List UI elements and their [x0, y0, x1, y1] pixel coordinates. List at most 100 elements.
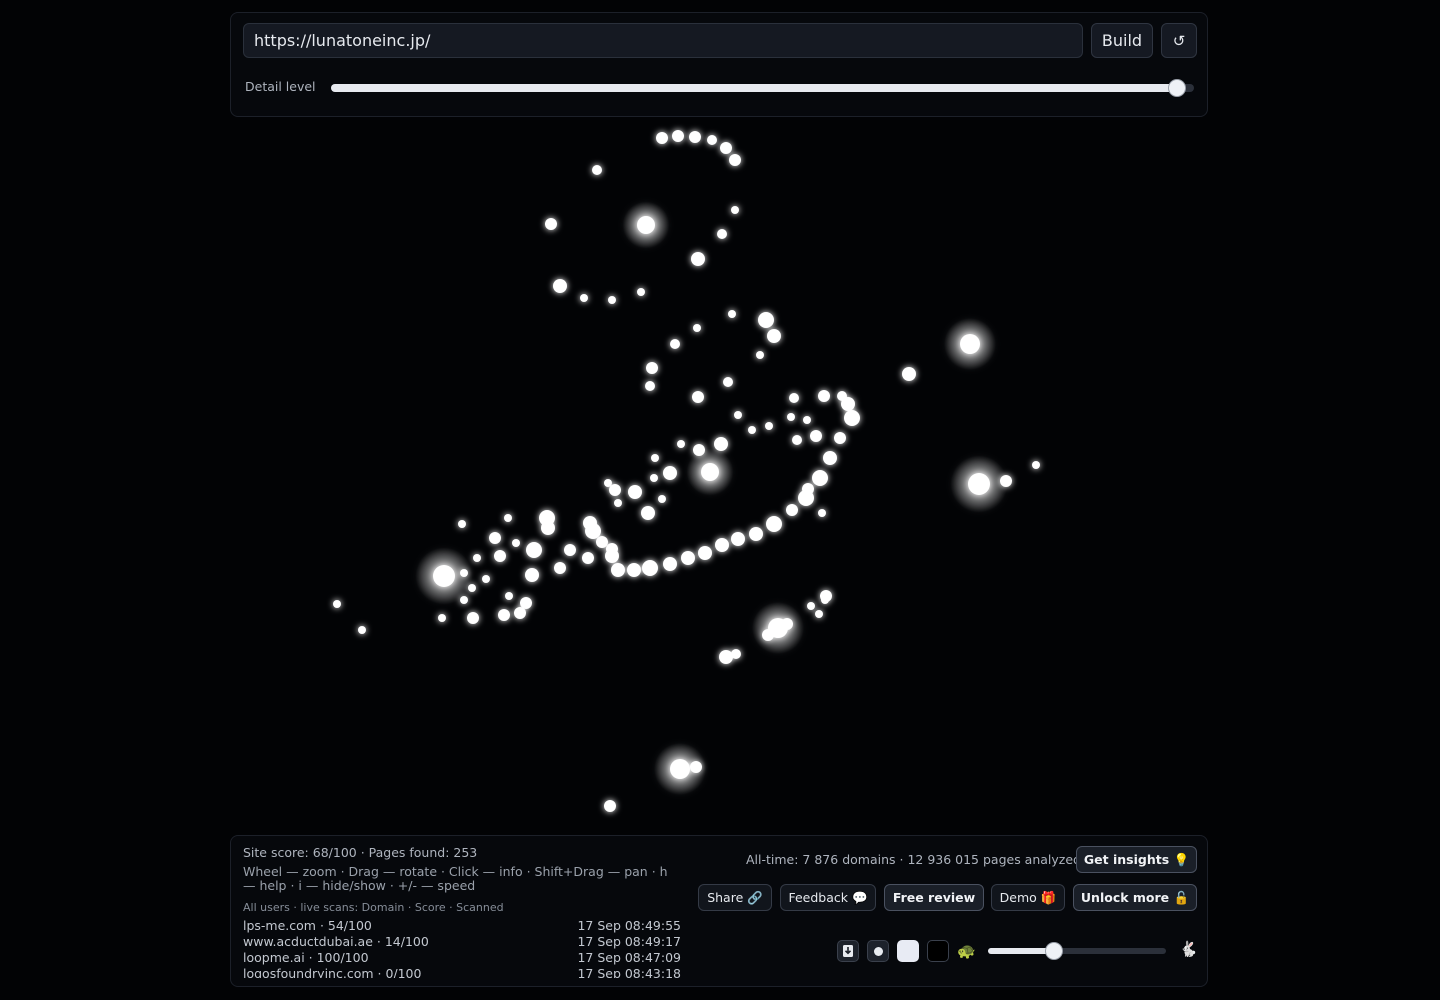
page-node[interactable]: [810, 430, 822, 442]
page-node[interactable]: [841, 397, 855, 411]
page-node[interactable]: [539, 510, 555, 526]
page-node[interactable]: [749, 527, 763, 541]
page-node[interactable]: [642, 560, 658, 576]
page-node[interactable]: [748, 426, 756, 434]
page-node[interactable]: [628, 485, 642, 499]
page-node[interactable]: [358, 626, 366, 634]
page-node[interactable]: [767, 329, 781, 343]
page-node[interactable]: [646, 362, 658, 374]
page-node[interactable]: [707, 135, 717, 145]
page-node[interactable]: [818, 390, 830, 402]
page-node[interactable]: [766, 516, 782, 532]
list-item[interactable]: www.acductdubai.ae · 14/100 17 Sep 08:49…: [243, 934, 681, 950]
page-node[interactable]: [690, 761, 702, 773]
page-node[interactable]: [498, 609, 510, 621]
page-node[interactable]: [677, 440, 685, 448]
page-node[interactable]: [812, 470, 828, 486]
page-node[interactable]: [641, 506, 655, 520]
page-node[interactable]: [433, 565, 455, 587]
page-node[interactable]: [720, 142, 732, 154]
get-insights-button[interactable]: Get insights 💡: [1076, 846, 1197, 873]
build-button[interactable]: Build: [1091, 23, 1153, 58]
page-node[interactable]: [458, 520, 466, 528]
page-node[interactable]: [968, 473, 990, 495]
page-node[interactable]: [698, 546, 712, 560]
demo-button[interactable]: Demo 🎁: [991, 884, 1065, 911]
page-node[interactable]: [608, 296, 616, 304]
page-node[interactable]: [693, 324, 701, 332]
page-node[interactable]: [691, 252, 705, 266]
node-style-button[interactable]: [867, 940, 889, 962]
page-node[interactable]: [637, 288, 645, 296]
page-node[interactable]: [553, 279, 567, 293]
page-node[interactable]: [468, 584, 476, 592]
page-node[interactable]: [681, 551, 695, 565]
page-node[interactable]: [807, 602, 815, 610]
page-node[interactable]: [582, 552, 594, 564]
page-node[interactable]: [438, 614, 446, 622]
page-node[interactable]: [903, 369, 913, 379]
page-node[interactable]: [663, 466, 677, 480]
list-item[interactable]: logosfoundryinc.com · 0/100 17 Sep 08:43…: [243, 966, 681, 978]
page-node[interactable]: [765, 422, 773, 430]
page-node[interactable]: [611, 563, 625, 577]
reset-button[interactable]: ↺: [1161, 23, 1197, 58]
page-node[interactable]: [820, 590, 832, 602]
url-input[interactable]: [243, 23, 1083, 58]
page-node[interactable]: [758, 312, 774, 328]
page-node[interactable]: [604, 800, 616, 812]
page-node[interactable]: [701, 463, 719, 481]
page-node[interactable]: [714, 437, 728, 451]
page-node[interactable]: [723, 377, 733, 387]
page-node[interactable]: [823, 451, 837, 465]
page-node[interactable]: [514, 607, 526, 619]
light-theme-button[interactable]: [897, 940, 919, 962]
page-node[interactable]: [494, 550, 506, 562]
list-item[interactable]: loopme.ai · 100/100 17 Sep 08:47:09: [243, 950, 681, 966]
page-node[interactable]: [715, 538, 729, 552]
page-node[interactable]: [731, 649, 741, 659]
download-button[interactable]: [837, 940, 859, 962]
page-node[interactable]: [719, 650, 733, 664]
page-node[interactable]: [525, 568, 539, 582]
page-node[interactable]: [815, 610, 823, 618]
page-node[interactable]: [554, 562, 566, 574]
page-node[interactable]: [482, 575, 490, 583]
page-node[interactable]: [818, 509, 826, 517]
page-node[interactable]: [670, 339, 680, 349]
speed-slider[interactable]: [988, 943, 1166, 959]
page-node[interactable]: [693, 444, 705, 456]
page-node[interactable]: [844, 410, 860, 426]
page-node[interactable]: [489, 532, 501, 544]
page-node[interactable]: [592, 165, 602, 175]
page-node[interactable]: [960, 334, 980, 354]
page-node[interactable]: [689, 131, 701, 143]
page-node[interactable]: [467, 612, 479, 624]
page-node[interactable]: [460, 569, 468, 577]
page-node[interactable]: [650, 474, 658, 482]
page-node[interactable]: [786, 504, 798, 516]
page-node[interactable]: [606, 543, 618, 555]
page-node[interactable]: [564, 544, 576, 556]
page-node[interactable]: [663, 557, 677, 571]
page-node[interactable]: [781, 618, 793, 630]
page-node[interactable]: [505, 592, 513, 600]
page-node[interactable]: [545, 218, 557, 230]
page-node[interactable]: [803, 416, 811, 424]
page-node[interactable]: [604, 479, 612, 487]
page-node[interactable]: [614, 499, 622, 507]
page-node[interactable]: [756, 351, 764, 359]
share-button[interactable]: Share 🔗: [698, 884, 772, 911]
page-node[interactable]: [789, 393, 799, 403]
page-node[interactable]: [645, 381, 655, 391]
page-node[interactable]: [672, 130, 684, 142]
page-node[interactable]: [460, 596, 468, 604]
page-node[interactable]: [585, 523, 601, 539]
page-node[interactable]: [692, 391, 704, 403]
page-node[interactable]: [729, 154, 741, 166]
free-review-button[interactable]: Free review: [884, 884, 984, 911]
page-node[interactable]: [580, 294, 588, 302]
page-node[interactable]: [637, 216, 655, 234]
page-node[interactable]: [734, 411, 742, 419]
detail-level-slider[interactable]: [331, 80, 1194, 96]
